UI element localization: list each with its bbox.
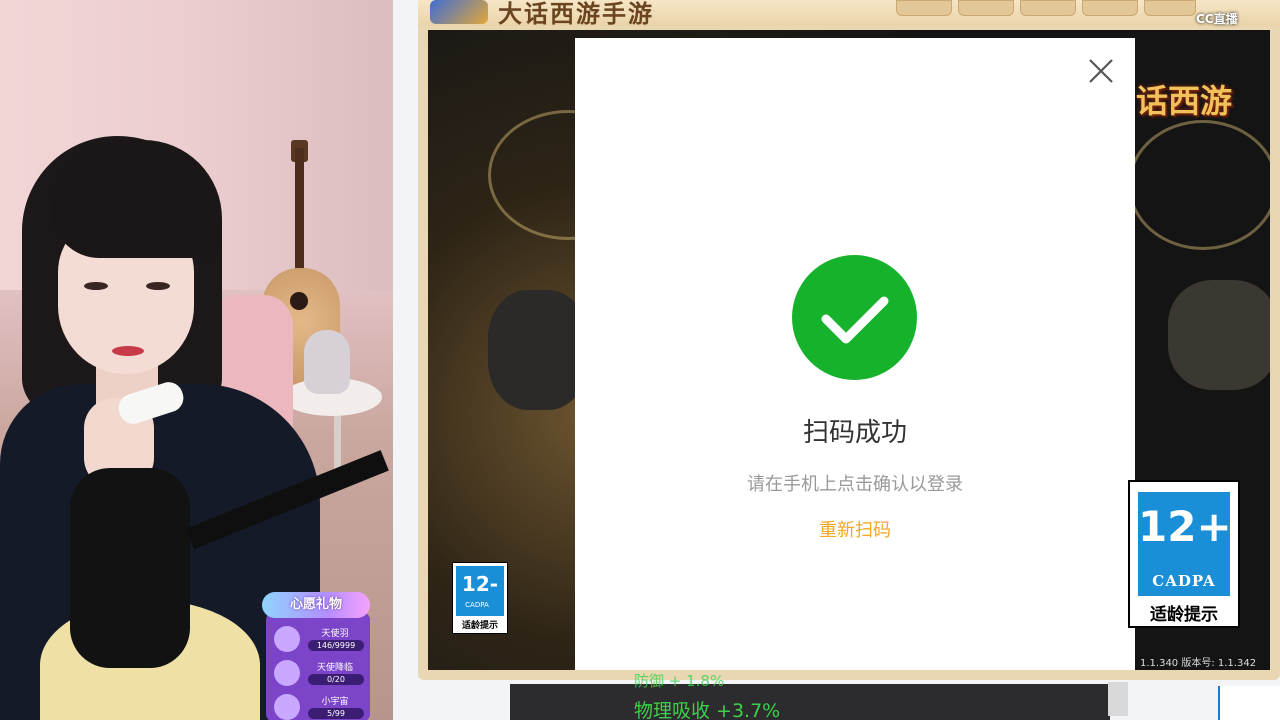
minimize-button[interactable] — [1082, 0, 1138, 16]
streamer-eye-left — [84, 282, 108, 290]
age-rating-badge-large: 12+ CADPA 适龄提示 — [1128, 480, 1240, 628]
floating-rock — [488, 290, 588, 410]
guitar-sound-hole — [290, 292, 308, 310]
dialog-title: 扫码成功 — [802, 418, 907, 448]
rescan-link[interactable]: 重新扫码 — [575, 516, 1135, 542]
game-logo: 话西游 — [1136, 82, 1233, 120]
gift-count: 146/9999 — [308, 640, 364, 651]
corner-panel — [1218, 686, 1280, 720]
age-rating-org: CADPA — [465, 601, 489, 609]
close-icon[interactable] — [1088, 58, 1114, 84]
gold-swirl — [1128, 120, 1270, 250]
stat-line-bottom: 物理吸收 +3.7% — [634, 700, 781, 720]
age-rating-tip: 适龄提示 — [461, 621, 498, 631]
age-rating-number: 12+ — [1138, 502, 1232, 551]
gift-name: 天使羽 — [321, 629, 349, 639]
guitar-neck — [295, 148, 304, 278]
gift-thumbnail — [274, 660, 300, 686]
wish-gift-item[interactable]: 小宇宙 5/99 — [270, 692, 370, 720]
help-button[interactable] — [958, 0, 1014, 16]
age-rating-tip: 适龄提示 — [1150, 605, 1218, 625]
cc-watermark: CC直播 — [1196, 12, 1238, 26]
wish-gift-item[interactable]: 天使降临 0/20 — [270, 658, 370, 688]
plush-toy — [304, 330, 350, 394]
version-text: 1.1.340 版本号: 1.1.342 — [1140, 658, 1257, 669]
floating-rock — [1168, 280, 1270, 390]
streamer-eye-right — [146, 282, 170, 290]
dialog-subtitle: 请在手机上点击确认以登录 — [747, 474, 963, 495]
wish-gift-title: 心愿礼物 — [262, 592, 370, 618]
gift-count: 5/99 — [308, 708, 364, 719]
window-controls — [896, 0, 1196, 16]
feedback-button[interactable] — [1020, 0, 1076, 16]
gift-thumbnail — [274, 626, 300, 652]
microphone — [70, 468, 190, 668]
stat-line-top: 防御 + 1.8% — [634, 672, 725, 690]
close-window-button[interactable] — [1144, 0, 1196, 16]
scrollbar-thumb[interactable] — [1108, 682, 1128, 716]
gift-count: 0/20 — [308, 674, 364, 685]
gift-name: 小宇宙 — [321, 697, 349, 707]
background-window-strip — [510, 684, 1110, 720]
age-rating-org: CADPA — [1152, 572, 1216, 590]
gift-name: 天使降临 — [316, 663, 353, 673]
wish-gift-panel: 天使羽 146/9999 天使降临 0/20 小宇宙 5/99 — [266, 612, 370, 720]
wish-gift-widget[interactable]: 天使羽 146/9999 天使降临 0/20 小宇宙 5/99 心愿礼物 — [262, 592, 370, 720]
age-rating-badge-small: 12- CADPA 适龄提示 — [452, 562, 508, 634]
streamer-lips — [112, 346, 144, 356]
window-title: 大话西游手游 — [498, 0, 654, 28]
app-logo-icon — [430, 0, 488, 24]
wish-gift-item[interactable]: 天使羽 146/9999 — [270, 624, 370, 654]
checkmark-success-icon — [792, 255, 917, 380]
gift-thumbnail — [274, 694, 300, 720]
settings-button[interactable] — [896, 0, 952, 16]
